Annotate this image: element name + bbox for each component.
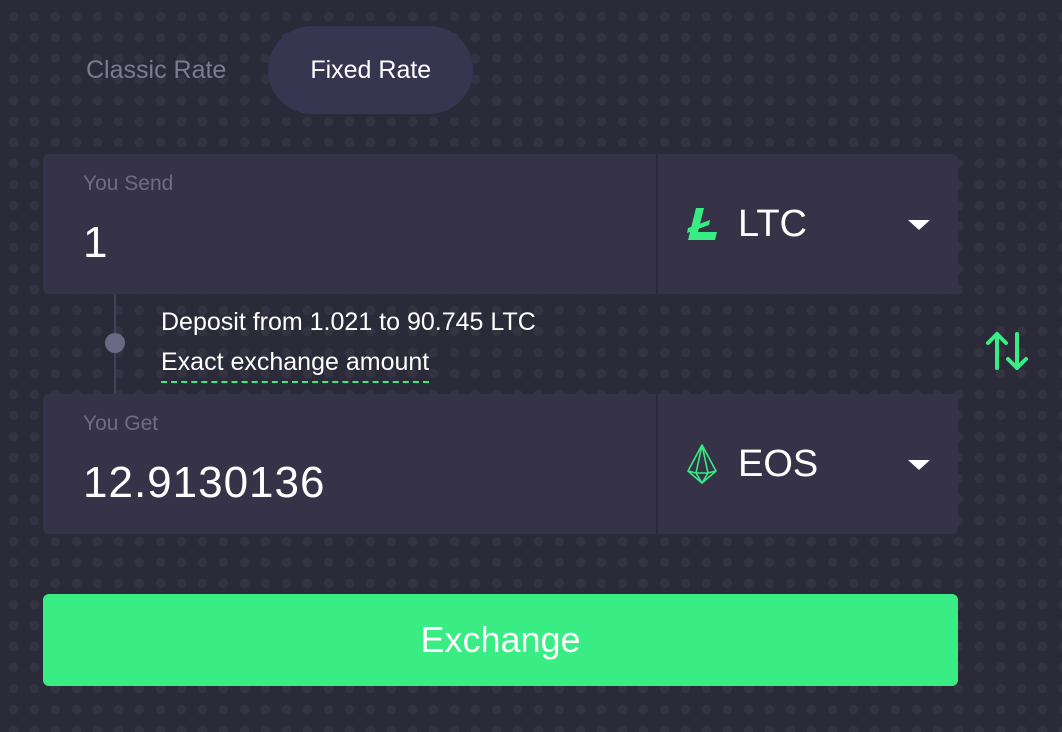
get-label: You Get bbox=[83, 412, 159, 435]
tab-classic-rate[interactable]: Classic Rate bbox=[42, 26, 268, 114]
swap-arrows-icon[interactable] bbox=[984, 328, 1030, 374]
send-panel: You Send LTC bbox=[43, 154, 958, 294]
exchange-button[interactable]: Exchange bbox=[43, 594, 958, 686]
chevron-down-icon bbox=[908, 220, 930, 230]
deposit-range-text: Deposit from 1.021 to 90.745 LTC bbox=[161, 308, 536, 336]
send-amount-box: You Send bbox=[43, 154, 656, 294]
get-amount-box: You Get bbox=[43, 394, 656, 534]
litecoin-icon bbox=[682, 202, 722, 246]
exact-amount-link[interactable]: Exact exchange amount bbox=[161, 348, 430, 383]
get-coin-selector[interactable]: EOS bbox=[658, 394, 958, 534]
send-label: You Send bbox=[83, 172, 174, 195]
exchange-widget: Classic Rate Fixed Rate You Send LTC Dep… bbox=[0, 0, 1062, 732]
send-coin-selector[interactable]: LTC bbox=[658, 154, 958, 294]
get-amount-output bbox=[83, 458, 623, 508]
eos-icon bbox=[682, 442, 722, 486]
chevron-down-icon bbox=[908, 460, 930, 470]
send-coin-name: LTC bbox=[738, 202, 807, 245]
send-amount-input[interactable] bbox=[83, 218, 623, 268]
tab-fixed-rate[interactable]: Fixed Rate bbox=[268, 26, 474, 114]
get-coin-name: EOS bbox=[738, 442, 819, 485]
get-panel: You Get EOS bbox=[43, 394, 958, 534]
timeline-dot bbox=[105, 333, 125, 353]
rate-tabs: Classic Rate Fixed Rate bbox=[42, 26, 474, 114]
